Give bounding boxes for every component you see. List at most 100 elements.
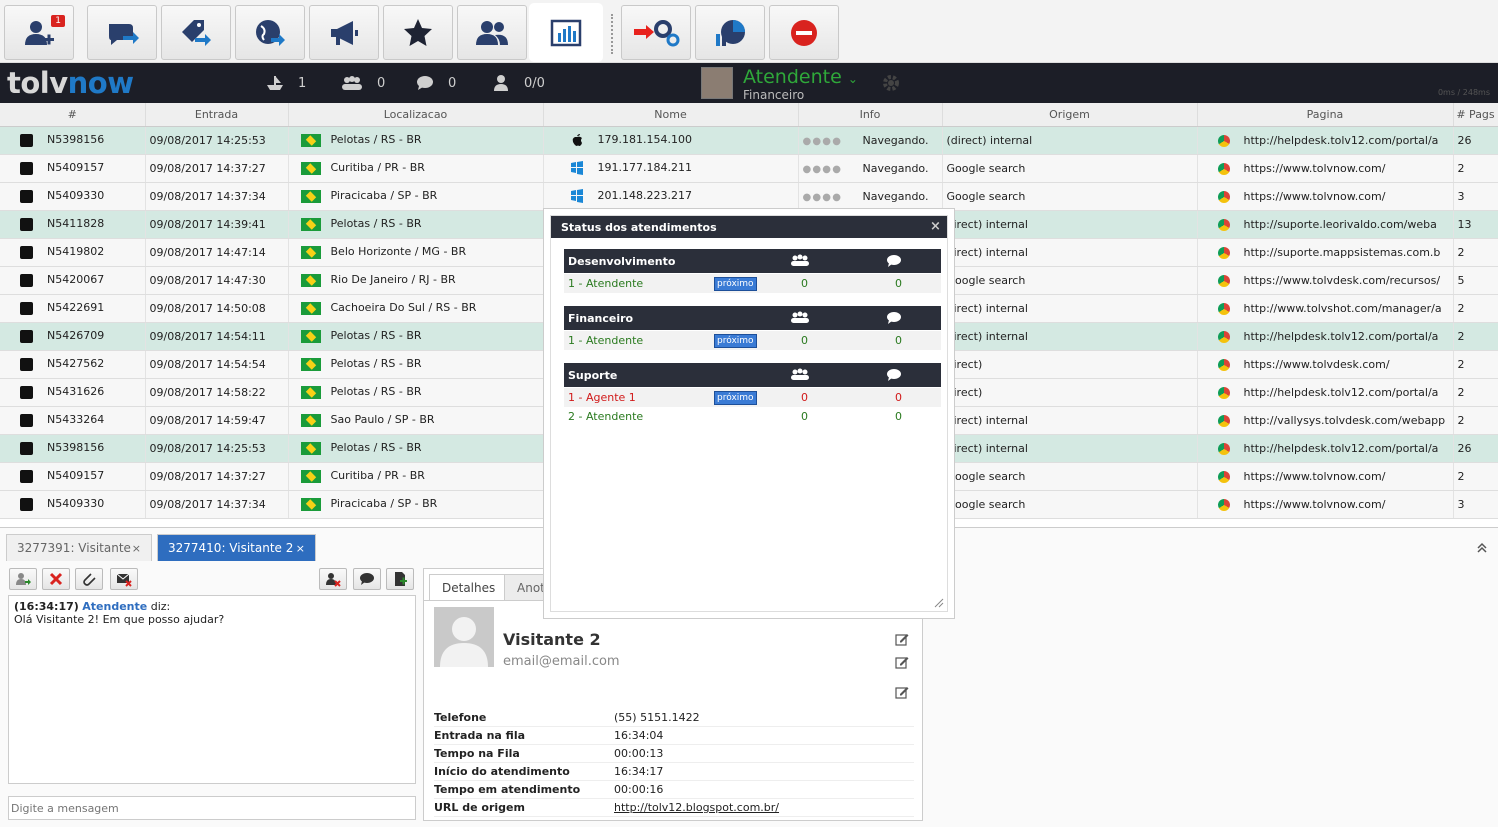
edit-icon[interactable] [895, 632, 909, 646]
agent-avatar [701, 67, 733, 99]
visitor-icon [20, 217, 33, 231]
apple-icon [572, 134, 582, 146]
brazil-flag-icon [300, 301, 321, 315]
brazil-flag-icon [300, 189, 321, 203]
notification-badge: 1 [51, 15, 65, 27]
brazil-flag-icon [300, 245, 321, 259]
table-row[interactable]: N5409330 09/08/2017 14:37:34 Piracicaba / … [0, 182, 1498, 211]
info-icons: ● ● ● ● [802, 191, 841, 203]
gears-icon [634, 19, 680, 46]
status-report-button[interactable] [531, 5, 601, 60]
column-header[interactable]: # Pags [1453, 103, 1498, 127]
chrome-icon [1217, 274, 1230, 287]
table-header: # Entrada Localizacao Nome Info Origem Pagina #… [0, 103, 1498, 127]
resize-handle-icon[interactable] [934, 598, 944, 608]
tab-details[interactable]: Detalhes [429, 574, 509, 601]
star-icon [404, 18, 432, 46]
app-header: tolvnow 1 0 0 0/0 Atendente ⌄ Financeiro… [0, 63, 1498, 103]
brazil-flag-icon [300, 469, 321, 483]
column-header[interactable]: Info [798, 103, 943, 127]
column-header[interactable]: Entrada [145, 103, 289, 127]
end-chat-button[interactable] [42, 568, 70, 590]
favorites-button[interactable] [383, 5, 453, 60]
agent-row: 1 - Agente 1 próximo 0 0 [564, 388, 941, 407]
logout-button[interactable] [769, 5, 839, 60]
agent-status-label[interactable]: Atendente ⌄ [743, 66, 858, 88]
chat-arrow-icon [109, 23, 139, 45]
toolbar-separator [611, 14, 613, 54]
settings-button[interactable] [621, 5, 691, 60]
brazil-flag-icon [300, 217, 321, 231]
tag-transfer-button[interactable] [161, 5, 231, 60]
globe-transfer-button[interactable] [235, 5, 305, 60]
x-icon [49, 572, 63, 586]
visitor-icon [20, 245, 33, 259]
add-note-button[interactable] [386, 568, 414, 590]
visitor-icon [20, 497, 33, 511]
chat-tab-visitante[interactable]: 3277391: Visitante × [6, 534, 152, 561]
add-user-button[interactable]: 1 [4, 5, 74, 60]
visitor-icon [20, 469, 33, 483]
group-icon [791, 311, 809, 323]
chat-tab-visitante-2[interactable]: 3277410: Visitante 2 × [157, 534, 316, 561]
column-header[interactable]: Localizacao [288, 103, 544, 127]
edit-icon[interactable] [895, 655, 909, 669]
chrome-icon [1217, 162, 1230, 175]
chrome-icon [1217, 498, 1230, 511]
detail-row: Telefone (55) 5151.1422 [434, 709, 914, 727]
quick-reply-button[interactable] [353, 568, 381, 590]
chrome-icon [1217, 190, 1230, 203]
chat-bubble-icon [887, 369, 901, 381]
attach-file-button[interactable] [75, 568, 103, 590]
users-button[interactable] [457, 5, 527, 60]
windows-icon [570, 189, 583, 203]
department-header: Financeiro [564, 306, 941, 330]
agent-row: 2 - Atendente 0 0 [564, 407, 941, 426]
announcement-button[interactable] [309, 5, 379, 60]
next-badge: próximo [714, 390, 757, 405]
gear-icon[interactable] [881, 73, 901, 93]
stat-groups: 0 [341, 75, 385, 91]
user-transfer-icon [16, 573, 31, 585]
timing-readout: 0ms / 248ms [1437, 88, 1490, 97]
chevron-down-icon: ⌄ [847, 72, 858, 86]
block-email-button[interactable] [110, 568, 138, 590]
brazil-flag-icon [300, 357, 321, 371]
table-row[interactable]: N5409157 09/08/2017 14:37:27 Curitiba / PR… [0, 154, 1498, 183]
users-icon [476, 20, 508, 45]
next-badge: próximo [714, 333, 757, 348]
column-header[interactable]: # [0, 103, 146, 127]
double-chevron-up-icon[interactable] [1476, 542, 1488, 554]
agent-department: Financeiro [743, 88, 805, 102]
table-row[interactable]: N5398156 09/08/2017 14:25:53 Pelotas / RS … [0, 126, 1498, 155]
stop-icon [791, 19, 817, 46]
stat-users: 0/0 [492, 75, 545, 91]
chat-transfer-button[interactable] [87, 5, 157, 60]
brazil-flag-icon [300, 385, 321, 399]
transfer-chat-button[interactable] [9, 568, 37, 590]
column-header[interactable]: Nome [543, 103, 799, 127]
reports-button[interactable] [695, 5, 765, 60]
chrome-icon [1217, 386, 1230, 399]
ban-user-button[interactable] [319, 568, 347, 590]
close-icon[interactable]: × [930, 220, 941, 233]
info-icons: ● ● ● ● [802, 163, 841, 175]
brazil-flag-icon [300, 329, 321, 343]
group-icon [791, 368, 809, 380]
windows-icon [570, 161, 583, 175]
visitor-icon [20, 273, 33, 287]
brazil-flag-icon [300, 161, 321, 175]
chrome-icon [1217, 302, 1230, 315]
column-header[interactable]: Pagina [1197, 103, 1454, 127]
edit-icon[interactable] [895, 685, 909, 699]
visitor-icon [20, 189, 33, 203]
boat-icon [267, 76, 283, 90]
close-icon[interactable]: × [296, 542, 305, 555]
status-modal: Status dos atendimentos × Desenvolvimento… [544, 209, 954, 618]
column-header[interactable]: Origem [942, 103, 1198, 127]
close-icon[interactable]: × [132, 542, 141, 555]
visitor-icon [20, 329, 33, 343]
chrome-icon [1217, 330, 1230, 343]
message-input[interactable] [8, 796, 416, 820]
user-icon [494, 75, 508, 91]
